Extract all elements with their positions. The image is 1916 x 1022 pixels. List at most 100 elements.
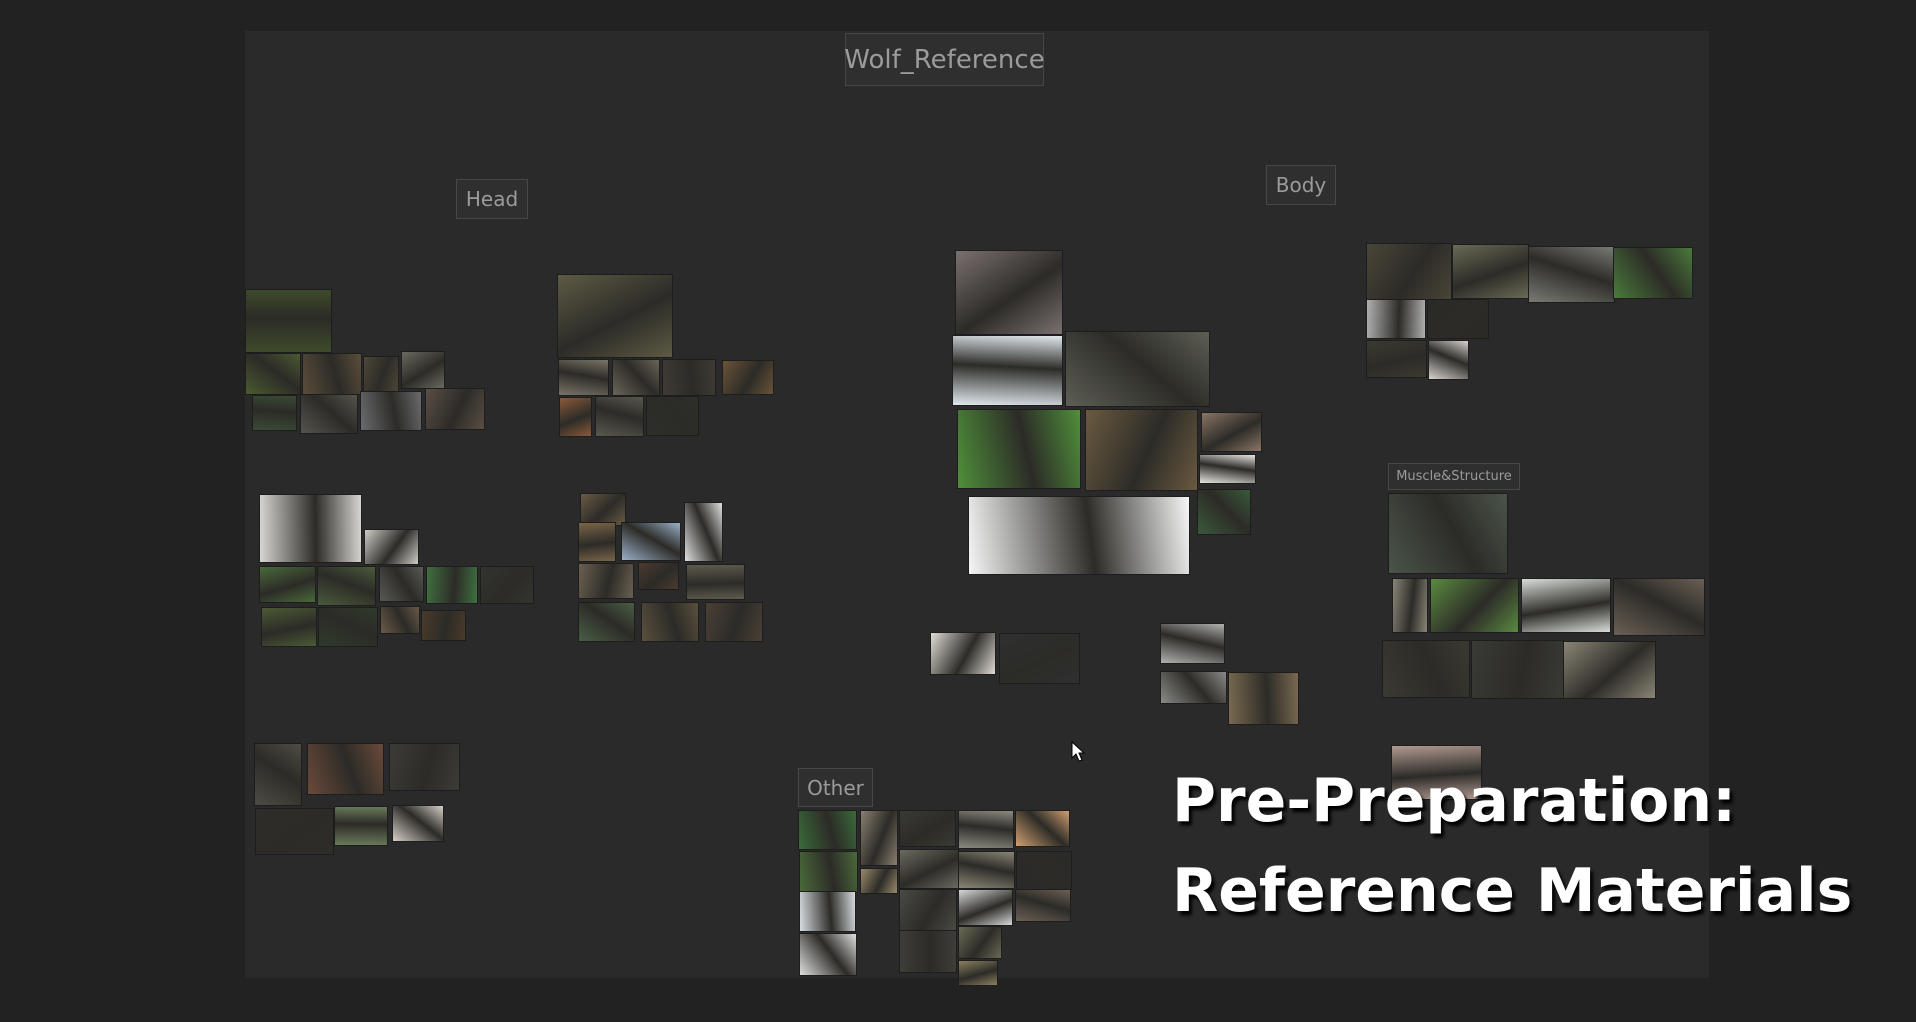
reference-image[interactable] bbox=[255, 808, 334, 855]
reference-image[interactable] bbox=[334, 806, 388, 846]
reference-image[interactable] bbox=[1015, 810, 1070, 847]
reference-image[interactable] bbox=[426, 566, 478, 604]
reference-image[interactable] bbox=[595, 396, 644, 437]
reference-image[interactable] bbox=[302, 353, 362, 395]
reference-image[interactable] bbox=[307, 743, 384, 795]
group-label-muscle-structure[interactable]: Muscle&Structure bbox=[1388, 463, 1520, 490]
reference-image[interactable] bbox=[799, 891, 856, 932]
reference-image[interactable] bbox=[621, 522, 681, 561]
reference-image[interactable] bbox=[722, 360, 774, 395]
reference-image[interactable] bbox=[578, 602, 635, 642]
reference-image[interactable] bbox=[799, 851, 858, 893]
reference-image[interactable] bbox=[363, 356, 399, 392]
reference-image[interactable] bbox=[958, 810, 1014, 849]
reference-image[interactable] bbox=[958, 960, 998, 986]
reference-image[interactable] bbox=[1366, 299, 1426, 339]
reference-image[interactable] bbox=[957, 409, 1081, 489]
reference-image[interactable] bbox=[1015, 889, 1071, 922]
reference-image[interactable] bbox=[684, 502, 723, 562]
reference-image[interactable] bbox=[999, 633, 1080, 684]
reference-image[interactable] bbox=[1452, 244, 1529, 299]
reference-image[interactable] bbox=[1392, 578, 1428, 633]
reference-image[interactable] bbox=[559, 397, 592, 437]
reference-image[interactable] bbox=[380, 606, 420, 634]
group-label-other[interactable]: Other bbox=[798, 768, 873, 807]
reference-image[interactable] bbox=[1427, 299, 1489, 339]
reference-image[interactable] bbox=[254, 743, 302, 806]
reference-image[interactable] bbox=[425, 388, 485, 430]
reference-image[interactable] bbox=[1197, 489, 1251, 535]
reference-image[interactable] bbox=[421, 610, 466, 641]
reference-image[interactable] bbox=[259, 494, 362, 563]
reference-image[interactable] bbox=[958, 889, 1013, 926]
reference-image[interactable] bbox=[705, 602, 763, 642]
reference-image[interactable] bbox=[1430, 578, 1519, 633]
reference-image[interactable] bbox=[252, 395, 297, 431]
reference-image[interactable] bbox=[392, 805, 444, 842]
reference-image[interactable] bbox=[1521, 578, 1611, 633]
reference-image[interactable] bbox=[1563, 641, 1656, 699]
reference-image[interactable] bbox=[259, 566, 316, 603]
reference-image[interactable] bbox=[1065, 331, 1210, 407]
reference-image[interactable] bbox=[930, 632, 996, 675]
reference-image[interactable] bbox=[958, 926, 1002, 959]
reference-image[interactable] bbox=[1528, 246, 1615, 303]
reference-image[interactable] bbox=[641, 602, 699, 642]
reference-image[interactable] bbox=[1366, 340, 1427, 378]
reference-image[interactable] bbox=[955, 250, 1063, 335]
reference-image[interactable] bbox=[578, 522, 616, 562]
reference-image[interactable] bbox=[578, 563, 634, 599]
reference-image[interactable] bbox=[899, 889, 957, 932]
reference-image[interactable] bbox=[1201, 412, 1262, 452]
reference-image[interactable] bbox=[686, 564, 745, 600]
mouse-pointer-icon bbox=[1071, 741, 1086, 762]
reference-image[interactable] bbox=[1199, 454, 1256, 484]
reference-image[interactable] bbox=[261, 607, 317, 647]
reference-image[interactable] bbox=[952, 335, 1063, 406]
reference-image[interactable] bbox=[968, 496, 1190, 575]
reference-image[interactable] bbox=[558, 359, 609, 396]
reference-image[interactable] bbox=[1613, 578, 1705, 636]
reference-image[interactable] bbox=[1366, 243, 1452, 301]
reference-image[interactable] bbox=[360, 391, 422, 431]
reference-image[interactable] bbox=[557, 274, 673, 358]
reference-image[interactable] bbox=[612, 359, 660, 396]
reference-image[interactable] bbox=[1471, 640, 1564, 699]
reference-image[interactable] bbox=[364, 529, 419, 565]
reference-image[interactable] bbox=[1160, 671, 1227, 704]
reference-image[interactable] bbox=[300, 394, 358, 434]
reference-image[interactable] bbox=[1228, 672, 1299, 725]
reference-image[interactable] bbox=[798, 810, 857, 850]
overlay-line-1: Pre-Preparation: bbox=[1172, 766, 1737, 836]
reference-image[interactable] bbox=[317, 566, 376, 606]
reference-image[interactable] bbox=[899, 849, 959, 889]
reference-image[interactable] bbox=[1016, 851, 1072, 890]
reference-image[interactable] bbox=[480, 566, 534, 604]
reference-image[interactable] bbox=[860, 868, 898, 894]
reference-image[interactable] bbox=[389, 743, 460, 791]
reference-image[interactable] bbox=[1085, 409, 1198, 491]
group-label-body[interactable]: Body bbox=[1266, 165, 1336, 205]
reference-image[interactable] bbox=[1388, 493, 1508, 574]
reference-image[interactable] bbox=[1428, 340, 1469, 380]
reference-image[interactable] bbox=[401, 351, 445, 389]
reference-image[interactable] bbox=[958, 851, 1015, 889]
reference-image[interactable] bbox=[799, 933, 857, 976]
reference-image[interactable] bbox=[1160, 623, 1225, 664]
reference-image[interactable] bbox=[1382, 640, 1470, 698]
reference-image[interactable] bbox=[860, 810, 898, 866]
reference-image[interactable] bbox=[899, 930, 957, 973]
board-title[interactable]: Wolf_Reference bbox=[844, 33, 1045, 86]
reference-image[interactable] bbox=[245, 353, 301, 395]
reference-image[interactable] bbox=[318, 607, 378, 647]
reference-image[interactable] bbox=[638, 562, 679, 590]
reference-image[interactable] bbox=[379, 566, 424, 602]
reference-image[interactable] bbox=[1613, 247, 1693, 299]
group-label-head[interactable]: Head bbox=[456, 179, 528, 219]
overlay-line-2: Reference Materials bbox=[1172, 856, 1853, 926]
reference-image[interactable] bbox=[245, 289, 332, 353]
reference-image[interactable] bbox=[899, 810, 956, 847]
reference-image[interactable] bbox=[662, 359, 716, 396]
reference-image[interactable] bbox=[646, 396, 699, 436]
title-overlay: Pre-Preparation: Reference Materials bbox=[1172, 756, 1852, 936]
